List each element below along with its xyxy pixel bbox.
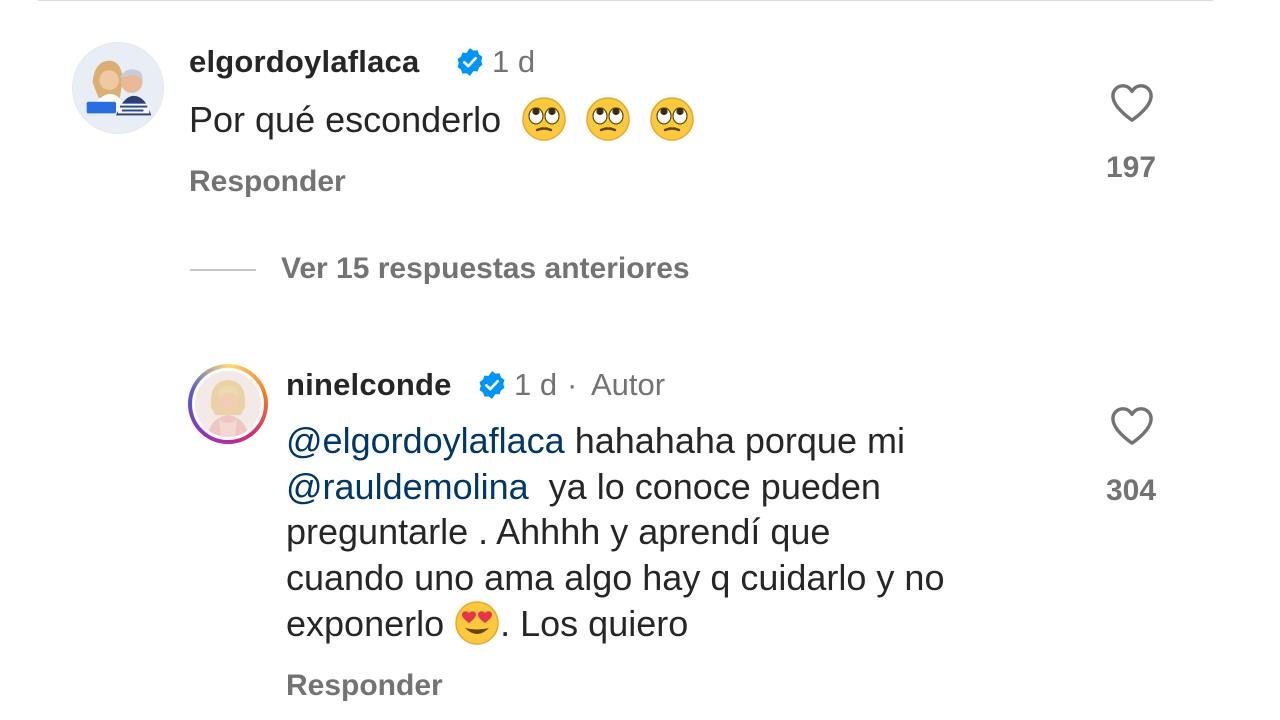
- author-badge: Autor: [591, 367, 666, 402]
- comment-body: Por qué esconderlo: [189, 96, 703, 143]
- mention-link[interactable]: @rauldemolina: [286, 466, 529, 507]
- comments-page: elgordoylaflaca 1 d Por qué esconderlo R…: [0, 0, 1280, 720]
- comment-username[interactable]: elgordoylaflaca: [189, 44, 419, 80]
- comment-text: ya lo conoce pueden: [528, 465, 881, 507]
- avatar-ninelconde[interactable]: [192, 368, 264, 440]
- reply-button[interactable]: Responder: [189, 165, 346, 199]
- comment-line: cuando uno ama algo hay q cuidarlo y no: [286, 556, 945, 598]
- face-with-rolling-eyes-icon: [522, 97, 566, 141]
- comment-time: 1 d: [514, 367, 558, 402]
- profile-photo-avatar-icon: [195, 371, 261, 437]
- comment-line: preguntarle . Ahhhh y aprendí que: [286, 511, 831, 552]
- comment-body: @elgordoylaflaca hahahaha porque mi @rau…: [286, 418, 944, 647]
- avatar-elgordoylaflaca[interactable]: [72, 42, 164, 134]
- comment-line: @rauldemolina ya lo conoce pueden: [286, 464, 944, 510]
- comment-text: Por qué esconderlo: [189, 99, 502, 140]
- comment-time: 1 d: [492, 44, 536, 79]
- comment-line: @elgordoylaflaca hahahaha porque mi: [286, 418, 944, 464]
- comment-line: exponerlo . Los quiero: [286, 600, 944, 647]
- comment-text: . Los quiero: [500, 603, 689, 644]
- face-with-rolling-eyes-icon: [586, 97, 630, 141]
- verified-badge-icon: [479, 371, 505, 399]
- mention-link[interactable]: @elgordoylaflaca: [286, 420, 565, 461]
- comment-text: exponerlo: [286, 603, 455, 644]
- verified-badge-icon: [457, 48, 483, 76]
- like-count: 304: [1105, 474, 1157, 507]
- top-divider: [38, 0, 1213, 1]
- meta-separator: ·: [567, 367, 578, 402]
- heart-icon[interactable]: [1109, 405, 1155, 447]
- comment-username[interactable]: ninelconde: [286, 367, 452, 403]
- comment-emojis: [511, 97, 703, 141]
- reply-button[interactable]: Responder: [286, 669, 443, 703]
- like-count: 197: [1105, 151, 1157, 184]
- heart-icon[interactable]: [1109, 82, 1155, 124]
- face-with-rolling-eyes-icon: [650, 97, 695, 141]
- view-previous-replies-button[interactable]: Ver 15 respuestas anteriores: [281, 252, 690, 286]
- smiling-face-with-heart-eyes-icon: [455, 601, 499, 645]
- comment-text: hahahaha porque mi: [564, 420, 905, 461]
- tv-show-avatar-icon: [73, 43, 163, 133]
- thread-divider-line: [190, 269, 256, 271]
